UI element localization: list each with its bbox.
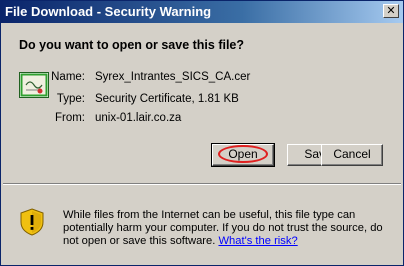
title-bar[interactable]: File Download - Security Warning ✕ [1, 1, 403, 23]
close-icon: ✕ [386, 4, 396, 17]
file-source-value: unix-01.lair.co.za [95, 112, 182, 124]
shield-warning-icon [20, 208, 44, 236]
file-source-label: From: [54, 112, 85, 124]
section-divider [3, 183, 401, 185]
file-name-value: Syrex_Intrantes_SICS_CA.cer [95, 71, 251, 83]
file-download-dialog: File Download - Security Warning ✕ Do yo… [0, 0, 404, 266]
cancel-button[interactable]: Cancel [321, 144, 383, 166]
window-title: File Download - Security Warning [5, 4, 212, 19]
dialog-question: Do you want to open or save this file? [19, 38, 245, 52]
file-type-label: Type: [56, 93, 85, 105]
open-highlight-circle [218, 145, 268, 163]
file-type-value: Security Certificate, 1.81 KB [95, 93, 239, 105]
file-name-label: Name: [51, 71, 85, 83]
close-button[interactable]: ✕ [383, 4, 399, 18]
whats-the-risk-link[interactable]: What's the risk? [218, 235, 297, 247]
warning-message: While files from the Internet can be use… [63, 209, 393, 248]
